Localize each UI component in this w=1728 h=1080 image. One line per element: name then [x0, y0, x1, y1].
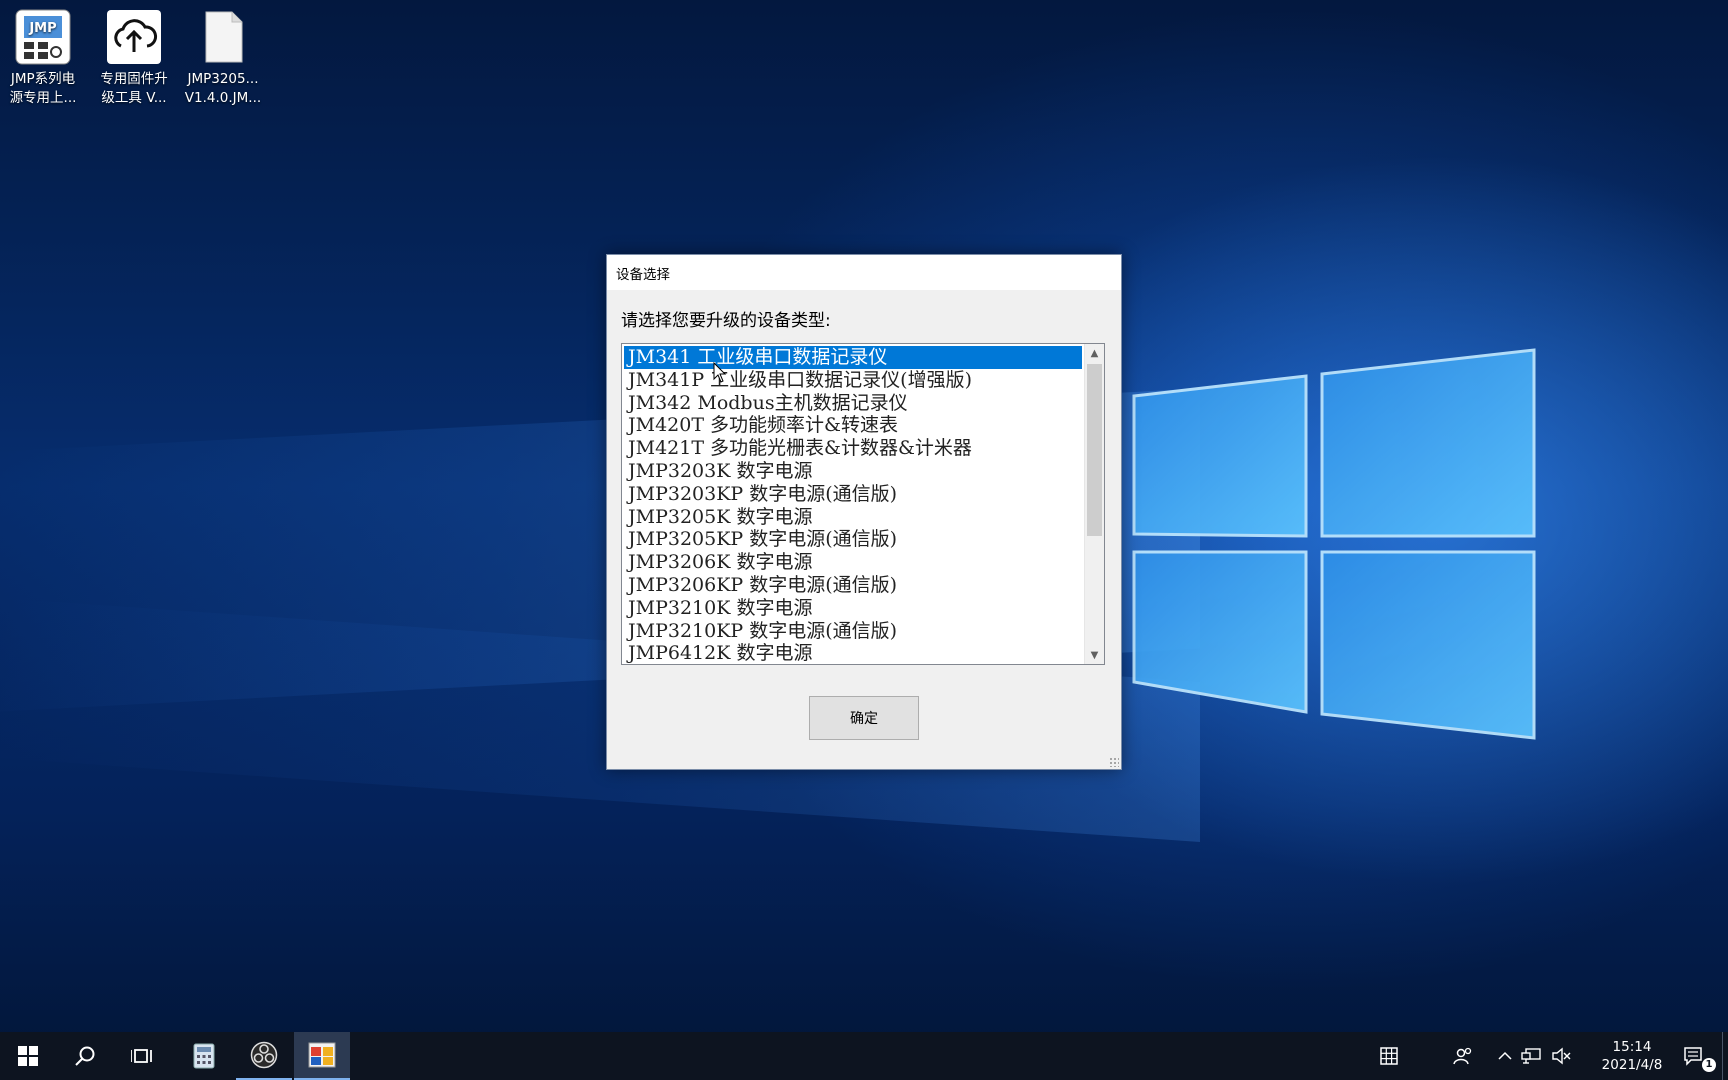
desktop-icon-label: JMP3205... V1.4.0.JM...: [184, 71, 262, 106]
tray-show-hidden[interactable]: [1494, 1032, 1516, 1080]
search-button[interactable]: [57, 1032, 113, 1080]
scroll-up-arrow-icon[interactable]: ▲: [1085, 344, 1104, 362]
windows-start-icon: [18, 1046, 38, 1066]
taskbar-app-firmware-tool[interactable]: [294, 1032, 350, 1080]
chevron-up-icon: [1498, 1051, 1512, 1060]
device-list-item[interactable]: JM342 Modbus主机数据记录仪: [624, 392, 1082, 415]
device-listbox[interactable]: JM341 工业级串口数据记录仪 JM341P 工业级串口数据记录仪(增强版) JM…: [621, 343, 1105, 665]
desktop-icon-label: JMP系列电 源专用上...: [9, 71, 77, 106]
scroll-down-arrow-icon[interactable]: ▼: [1085, 646, 1104, 664]
desktop-icon-firmware-tool[interactable]: 专用固件升 级工具 V...: [91, 6, 177, 108]
clock-time: 15:14: [1612, 1039, 1652, 1055]
device-select-dialog: 设备选择 请选择您要升级的设备类型: JM341 工业级串口数据记录仪 JM341…: [606, 254, 1122, 770]
task-view-icon: [131, 1049, 152, 1063]
cloud-upload-icon: [105, 8, 163, 66]
start-button[interactable]: [0, 1032, 56, 1080]
people-icon: [1453, 1047, 1472, 1065]
file-icon: [194, 8, 252, 66]
action-center-button[interactable]: [1676, 1032, 1710, 1080]
firmware-tool-app-icon: [308, 1042, 336, 1068]
resize-grip-icon[interactable]: [1109, 757, 1119, 767]
device-list-item[interactable]: JM421T 多功能光栅表&计数器&计米器: [624, 437, 1082, 460]
ime-grid-icon: [1380, 1047, 1398, 1065]
notification-icon: [1684, 1047, 1702, 1066]
device-list-item[interactable]: JMP3206KP 数字电源(通信版): [624, 574, 1082, 597]
taskbar-app-calculator[interactable]: [176, 1032, 232, 1080]
desktop-icon-jmp[interactable]: JMP JMP系列电 源专用上...: [0, 6, 86, 108]
device-list-item[interactable]: JM341 工业级串口数据记录仪: [624, 346, 1082, 369]
dialog-prompt: 请选择您要升级的设备类型:: [621, 311, 831, 331]
device-list-item[interactable]: JMP3203KP 数字电源(通信版): [624, 483, 1082, 506]
vertical-scrollbar[interactable]: ▲ ▼: [1084, 344, 1104, 664]
notification-count-badge: 1: [1702, 1058, 1716, 1072]
device-list-item[interactable]: JM341P 工业级串口数据记录仪(增强版): [624, 369, 1082, 392]
taskbar: 15:14 2021/4/8 1: [0, 1032, 1728, 1080]
ok-button[interactable]: 确定: [809, 696, 919, 740]
tray-people[interactable]: [1448, 1032, 1478, 1080]
device-list-item[interactable]: JMP3210KP 数字电源(通信版): [624, 620, 1082, 643]
clock-date: 2021/4/8: [1601, 1057, 1663, 1073]
scrollbar-thumb[interactable]: [1087, 364, 1102, 536]
device-list-item[interactable]: JMP3210K 数字电源: [624, 597, 1082, 620]
obs-icon: [250, 1041, 278, 1069]
show-desktop-button[interactable]: [1722, 1032, 1728, 1080]
svg-text:JMP: JMP: [28, 21, 56, 36]
windows-logo-wallpaper: [1132, 348, 1536, 740]
search-icon: [75, 1046, 95, 1066]
tray-volume[interactable]: [1548, 1032, 1574, 1080]
device-list-item[interactable]: JMP3203K 数字电源: [624, 460, 1082, 483]
calculator-icon: [193, 1043, 215, 1069]
device-list-item[interactable]: JMP3205K 数字电源: [624, 506, 1082, 529]
mouse-cursor-icon: [713, 362, 727, 383]
tray-network[interactable]: [1518, 1032, 1544, 1080]
task-view-button[interactable]: [114, 1032, 170, 1080]
dialog-titlebar[interactable]: 设备选择: [607, 255, 1121, 290]
volume-muted-icon: [1552, 1047, 1571, 1065]
dialog-title: 设备选择: [616, 266, 670, 283]
device-list: JM341 工业级串口数据记录仪 JM341P 工业级串口数据记录仪(增强版) JM…: [624, 346, 1082, 664]
jmp-app-icon: JMP: [14, 8, 72, 66]
device-list-item[interactable]: JMP3205KP 数字电源(通信版): [624, 528, 1082, 551]
desktop-icon-label: 专用固件升 级工具 V...: [100, 71, 168, 106]
taskbar-app-obs[interactable]: [236, 1032, 292, 1080]
desktop-icon-firmware-file[interactable]: JMP3205... V1.4.0.JM...: [180, 6, 266, 108]
network-icon: [1521, 1048, 1541, 1064]
tray-keyboard-ime[interactable]: [1374, 1032, 1404, 1080]
taskbar-clock[interactable]: 15:14 2021/4/8: [1592, 1038, 1672, 1074]
device-list-item[interactable]: JMP3206K 数字电源: [624, 551, 1082, 574]
device-list-item[interactable]: JMP6412K 数字电源: [624, 642, 1082, 664]
device-list-item[interactable]: JM420T 多功能频率计&转速表: [624, 414, 1082, 437]
